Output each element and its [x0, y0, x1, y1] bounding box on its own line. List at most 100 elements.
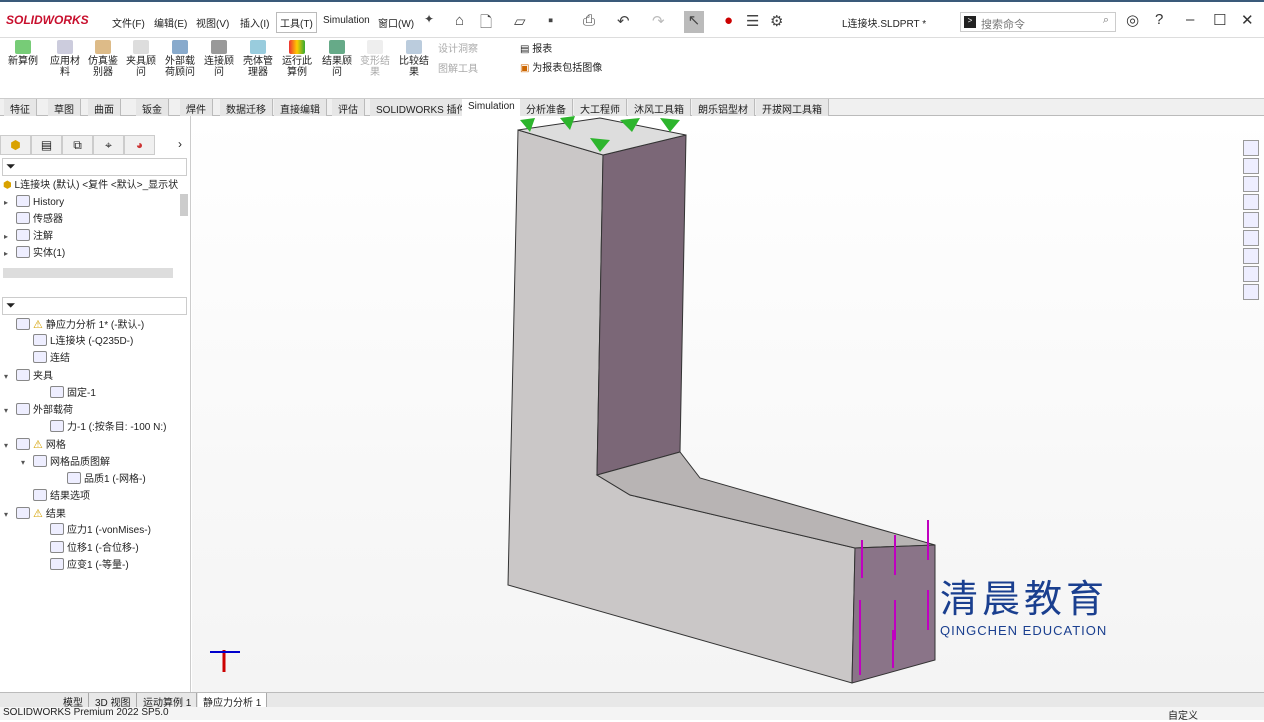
tree-filter[interactable]: ⏷ [2, 158, 187, 176]
menu-simulation[interactable]: Simulation [323, 15, 370, 26]
dimxpert-tab[interactable]: ⌖ [93, 135, 124, 155]
menu-window[interactable]: 窗口(W) [378, 15, 414, 30]
search-input[interactable]: > 搜索命令 ⌕ [960, 12, 1116, 32]
configuration-manager-tab[interactable]: ⧉ [62, 135, 93, 155]
apply-material-button[interactable]: 应用材料 [48, 40, 82, 78]
home-icon[interactable]: ⌂ [455, 12, 464, 29]
sim-tree-item[interactable]: L连接块 (-Q235D-) [21, 334, 133, 350]
options-list-icon[interactable]: ☰ [746, 12, 759, 30]
tab-5[interactable]: 数据迁移 [220, 99, 273, 116]
fixtures-advisor-button[interactable]: 夹具顾问 [124, 40, 158, 78]
library-icon[interactable] [1243, 248, 1259, 264]
tab-4[interactable]: 焊件 [180, 99, 213, 116]
results-advisor-button[interactable]: 结果顾问 [320, 40, 354, 78]
custom-props-icon[interactable] [1243, 230, 1259, 246]
display-manager-tab[interactable]: ◕ [124, 135, 155, 155]
redo-icon[interactable]: ↷ [652, 12, 665, 30]
home-icon[interactable] [1243, 140, 1259, 156]
expand-icon[interactable]: ▾ [4, 438, 16, 454]
pin-icon[interactable]: ✦ [424, 12, 434, 26]
sim-tree-item[interactable]: 品质1 (-网格-) [55, 471, 146, 488]
parts-icon[interactable] [1243, 158, 1259, 174]
chevron-right-icon[interactable]: › [178, 137, 182, 151]
tab-9[interactable]: Simulation [462, 99, 522, 116]
tree-item[interactable]: ▸ History [4, 195, 64, 211]
sim-tree-item[interactable]: 位移1 (-合位移-) [38, 540, 139, 557]
simulation-evaluator-button[interactable]: 仿真鉴别器 [86, 40, 120, 78]
shell-manager-button[interactable]: 壳体管理器 [240, 40, 276, 78]
sim-tree-filter[interactable]: ⏷ [2, 297, 187, 315]
menu-insert[interactable]: 插入(I) [240, 15, 269, 30]
select-icon[interactable]: ↖ [684, 11, 704, 33]
tab-6[interactable]: 直接编辑 [274, 99, 327, 116]
menu-tools[interactable]: 工具(T) [276, 12, 317, 33]
design-insight-button[interactable]: 设计洞察 [438, 40, 478, 55]
tab-0[interactable]: 特征 [4, 99, 37, 116]
report-button[interactable]: ▤ 报表 [520, 40, 552, 55]
tab-14[interactable]: 开拔网工具箱 [756, 99, 829, 116]
graphics-area[interactable]: 清晨教育 QINGCHEN EDUCATION [192, 116, 1264, 692]
expand-icon[interactable]: ▾ [4, 507, 16, 523]
save-icon[interactable]: ▪ [548, 12, 553, 29]
include-image-button[interactable]: ▣ 为报表包括图像 [520, 59, 602, 74]
view-palette-icon[interactable] [1243, 194, 1259, 210]
open-icon[interactable]: ▱ [514, 12, 526, 30]
sim-tree-item[interactable]: ▾ 网格品质图解 [21, 454, 110, 471]
traffic-light-icon[interactable]: ● [724, 12, 733, 29]
sim-tree-item[interactable]: ▾ 夹具 [4, 368, 53, 385]
appearances-icon[interactable] [1243, 212, 1259, 228]
new-file-icon[interactable]: 🗋 [480, 12, 492, 37]
menu-edit[interactable]: 编辑(E) [154, 15, 187, 30]
plot-tools-button[interactable]: 图解工具 [438, 60, 478, 75]
tab-11[interactable]: 大工程师 [574, 99, 627, 116]
sim-tree-item[interactable]: ▾ 外部载荷 [4, 403, 73, 419]
expand-icon[interactable]: ▸ [4, 195, 16, 211]
expand-icon[interactable]: ▾ [21, 455, 33, 471]
new-study-button[interactable]: 新算例 [6, 40, 40, 67]
expand-icon[interactable]: ▸ [4, 229, 16, 245]
close-button[interactable]: ✕ [1241, 11, 1254, 29]
search-icon[interactable]: ⌕ [1103, 14, 1109, 27]
tab-7[interactable]: 评估 [332, 99, 365, 116]
sim-tree-item[interactable]: ⚠ 静应力分析 1* (-默认-) [4, 317, 144, 333]
compare-results-button[interactable]: 比较结果 [396, 40, 432, 78]
sim-tree-item[interactable]: 应力1 (-vonMises-) [38, 523, 151, 539]
menu-file[interactable]: 文件(F) [112, 15, 145, 30]
vertical-scrollbar[interactable] [180, 194, 188, 216]
folder-icon[interactable] [1243, 176, 1259, 192]
menu-view[interactable]: 视图(V) [196, 15, 229, 30]
tab-8[interactable]: SOLIDWORKS 插件 [370, 99, 474, 116]
sim-tree-item[interactable]: 力-1 (:按条目: -100 N:) [38, 420, 166, 436]
tab-1[interactable]: 草图 [48, 99, 81, 116]
sim-tree-item[interactable]: ▾ ⚠ 网格 [4, 437, 66, 453]
expand-icon[interactable]: ▾ [4, 403, 16, 419]
user-icon[interactable]: ◎ [1126, 11, 1139, 29]
sim-tree-item[interactable]: 应变1 (-等量-) [38, 557, 129, 574]
gear-icon[interactable]: ⚙ [770, 12, 783, 30]
tree-item[interactable]: 传感器 [4, 212, 63, 228]
sim-tree-item[interactable]: 结果选项 [21, 489, 90, 505]
feature-manager-tab[interactable]: ⬢ [0, 135, 31, 155]
minimize-button[interactable]: – [1186, 11, 1194, 28]
sim-tree-item[interactable]: 固定-1 [38, 385, 96, 402]
expand-icon[interactable]: ▾ [4, 369, 16, 385]
tree-root[interactable]: ⬢ L连接块 (默认) <复件 <默认>_显示状 [3, 178, 178, 194]
help-icon[interactable]: ? [1155, 11, 1163, 28]
tab-3[interactable]: 钣金 [136, 99, 169, 116]
deformed-result-button[interactable]: 变形结果 [358, 40, 392, 78]
forum-icon[interactable] [1243, 266, 1259, 282]
connections-advisor-button[interactable]: 连接顾问 [202, 40, 236, 78]
external-loads-advisor-button[interactable]: 外部载荷顾问 [162, 40, 198, 78]
expand-icon[interactable]: ▸ [4, 246, 16, 262]
tab-12[interactable]: 沐风工具箱 [628, 99, 691, 116]
run-study-button[interactable]: 运行此算例 [280, 40, 314, 78]
sim-tree-item[interactable]: 连结 [21, 351, 70, 367]
solidworks-resources-icon[interactable] [1243, 284, 1259, 300]
tree-item[interactable]: ▸ 注解 [4, 229, 53, 245]
tree-item[interactable]: ▸ 实体(1) [4, 246, 65, 262]
print-icon[interactable]: ⎙ [583, 12, 595, 29]
undo-icon[interactable]: ↶ [617, 12, 630, 30]
tab-2[interactable]: 曲面 [88, 99, 121, 116]
sim-tree-item[interactable]: ▾ ⚠ 结果 [4, 506, 66, 522]
maximize-button[interactable]: ☐ [1213, 11, 1226, 29]
